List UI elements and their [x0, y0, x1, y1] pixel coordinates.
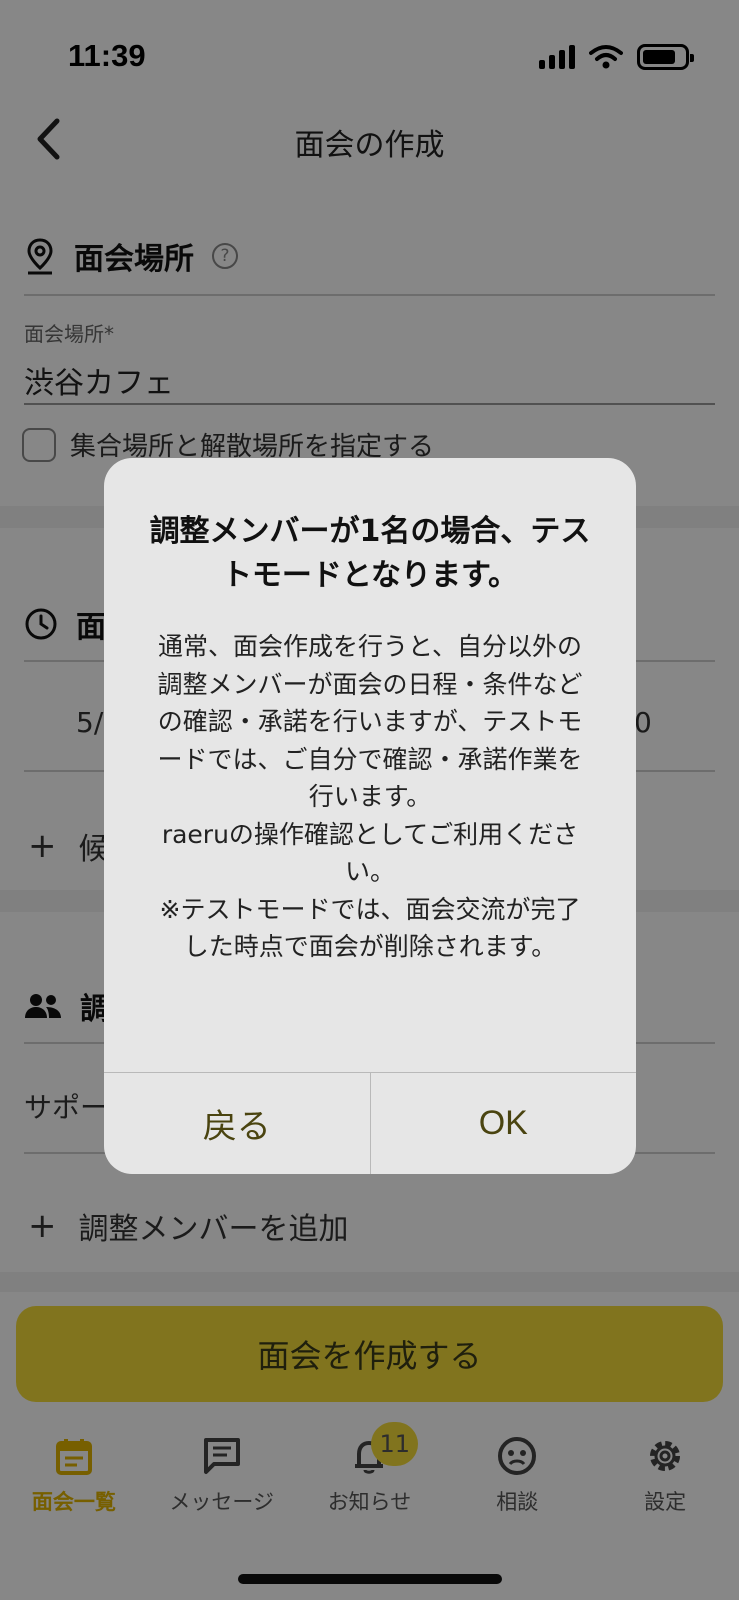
test-mode-dialog: 調整メンバーが1名の場合、テストモードとなります。 通常、面会作成を行うと、自分… [104, 458, 636, 1174]
dialog-actions: 戻る OK [104, 1072, 636, 1174]
screen: 11:39 面会の作成 面会場所 ? 面会場所* 渋谷カフェ 集合場所と解散場所… [0, 0, 739, 1600]
dialog-message: 通常、面会作成を行うと、自分以外の調整メンバーが面会の日程・条件などの確認・承諾… [157, 632, 583, 961]
dialog-ok-button[interactable]: OK [369, 1073, 637, 1174]
dialog-title: 調整メンバーが1名の場合、テストモードとなります。 [149, 514, 591, 593]
dialog-back-button[interactable]: 戻る [104, 1073, 370, 1174]
